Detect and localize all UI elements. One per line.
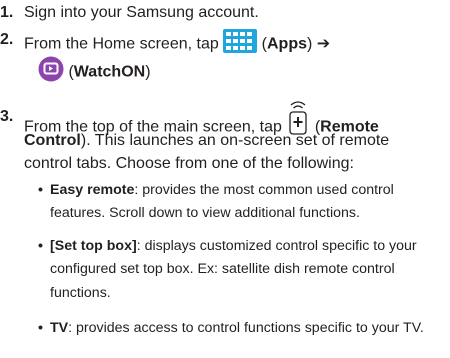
- apps-grid-icon: [223, 29, 258, 60]
- step-number: 2.: [0, 31, 14, 48]
- step-number: 1.: [0, 4, 14, 21]
- watchon-icon: [38, 56, 64, 89]
- step-number: 3.: [0, 108, 14, 125]
- instructions-page: 1. Sign into your Samsung account. 2. Fr…: [0, 4, 424, 336]
- step-text: Sign into your Samsung account.: [24, 4, 259, 21]
- arrow-icon: ➔: [316, 35, 331, 53]
